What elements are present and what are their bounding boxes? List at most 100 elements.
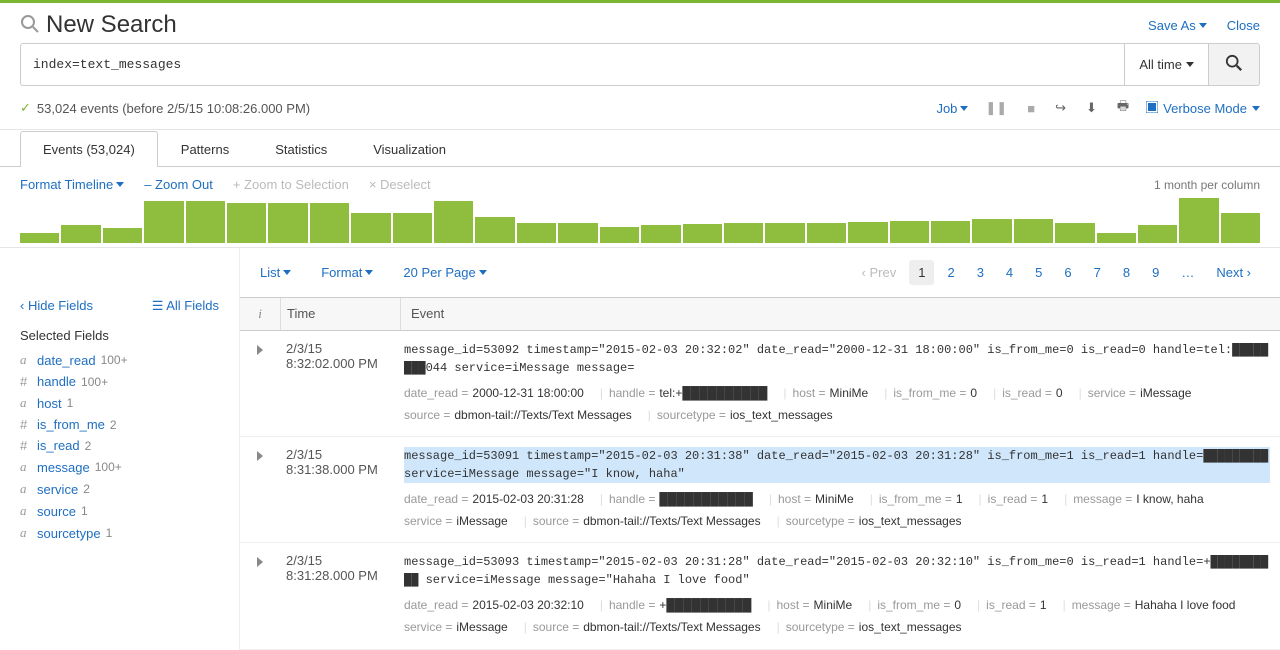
timeline-bar[interactable] <box>144 201 183 243</box>
timeline-bar[interactable] <box>186 201 225 243</box>
pager-next[interactable]: Next › <box>1207 260 1260 285</box>
timeline-bar[interactable] <box>558 223 597 243</box>
pager-page[interactable]: … <box>1172 260 1203 285</box>
field-value[interactable]: iMessage <box>452 617 507 639</box>
field-row[interactable]: #is_from_me2 <box>20 414 219 435</box>
field-name[interactable]: source <box>37 504 76 519</box>
print-icon[interactable]: 🖶 <box>1114 97 1132 119</box>
field-value[interactable]: MiniMe <box>810 595 853 617</box>
timeline-bar[interactable] <box>848 222 887 243</box>
time-column-header[interactable]: Time <box>280 298 400 330</box>
share-icon[interactable]: ↪ <box>1052 100 1069 116</box>
timeline-bar[interactable] <box>641 225 680 243</box>
field-key[interactable]: host = <box>793 383 826 405</box>
time-range-picker[interactable]: All time <box>1125 43 1209 86</box>
field-name[interactable]: handle <box>37 374 76 389</box>
field-value[interactable]: MiniMe <box>826 383 869 405</box>
field-name[interactable]: host <box>37 396 62 411</box>
field-row[interactable]: ahost1 <box>20 392 219 414</box>
timeline-bar[interactable] <box>310 203 349 243</box>
field-value[interactable]: ios_text_messages <box>726 405 833 427</box>
timeline-bar[interactable] <box>393 213 432 243</box>
field-key[interactable]: service = <box>404 617 452 639</box>
field-value[interactable]: ios_text_messages <box>855 511 962 533</box>
timeline-bar[interactable] <box>683 224 722 243</box>
field-key[interactable]: is_from_me = <box>877 595 950 617</box>
field-name[interactable]: is_read <box>37 438 80 453</box>
field-row[interactable]: aservice2 <box>20 478 219 500</box>
timeline-bar[interactable] <box>434 201 473 243</box>
field-row[interactable]: amessage100+ <box>20 456 219 478</box>
timeline-bar[interactable] <box>351 213 390 243</box>
field-row[interactable]: #is_read2 <box>20 435 219 456</box>
field-key[interactable]: sourcetype = <box>786 617 855 639</box>
pause-icon[interactable]: ❚❚ <box>982 100 1010 116</box>
timeline-bar[interactable] <box>103 228 142 243</box>
per-page-menu[interactable]: 20 Per Page <box>403 265 486 280</box>
field-name[interactable]: message <box>37 460 90 475</box>
field-key[interactable]: source = <box>404 405 450 427</box>
timeline-bar[interactable] <box>1014 219 1053 243</box>
field-key[interactable]: is_read = <box>1002 383 1052 405</box>
field-name[interactable]: is_from_me <box>37 417 105 432</box>
field-key[interactable]: sourcetype = <box>657 405 726 427</box>
field-key[interactable]: is_from_me = <box>893 383 966 405</box>
search-mode-menu[interactable]: Verbose Mode <box>1146 101 1260 116</box>
field-key[interactable]: message = <box>1073 489 1132 511</box>
search-button[interactable] <box>1209 43 1260 86</box>
field-value[interactable]: dbmon-tail://Texts/Text Messages <box>450 405 631 427</box>
raw-event-text[interactable]: message_id=53093 timestamp="2015-02-03 2… <box>404 553 1270 589</box>
field-name[interactable]: date_read <box>37 353 96 368</box>
job-menu[interactable]: Job <box>936 101 968 116</box>
timeline-bar[interactable] <box>972 219 1011 243</box>
timeline-chart[interactable] <box>0 198 1280 248</box>
download-icon[interactable]: ⬇ <box>1083 100 1100 116</box>
pager-page[interactable]: 2 <box>938 260 963 285</box>
timeline-bar[interactable] <box>1138 225 1177 243</box>
tab-events[interactable]: Events (53,024) <box>20 131 158 167</box>
all-fields-link[interactable]: ☰ All Fields <box>152 298 219 314</box>
timeline-bar[interactable] <box>1221 213 1260 243</box>
timeline-bar[interactable] <box>61 225 100 243</box>
tab-statistics[interactable]: Statistics <box>252 131 350 167</box>
field-value[interactable]: 2015-02-03 20:31:28 <box>468 489 583 511</box>
pager-page[interactable]: 5 <box>1026 260 1051 285</box>
field-key[interactable]: host = <box>778 489 811 511</box>
pager-page[interactable]: 8 <box>1114 260 1139 285</box>
field-value[interactable]: I know, haha <box>1132 489 1203 511</box>
field-key[interactable]: handle = <box>609 595 655 617</box>
field-value[interactable]: ███████████ <box>655 489 753 511</box>
timeline-bar[interactable] <box>475 217 514 243</box>
timeline-bar[interactable] <box>600 227 639 243</box>
field-key[interactable]: handle = <box>609 383 655 405</box>
expand-toggle[interactable] <box>240 553 280 638</box>
field-key[interactable]: date_read = <box>404 489 468 511</box>
field-key[interactable]: is_read = <box>986 595 1036 617</box>
pager-page[interactable]: 6 <box>1055 260 1080 285</box>
field-key[interactable]: host = <box>777 595 810 617</box>
field-value[interactable]: iMessage <box>452 511 507 533</box>
field-name[interactable]: service <box>37 482 78 497</box>
field-key[interactable]: sourcetype = <box>786 511 855 533</box>
format-menu[interactable]: Format <box>321 265 373 280</box>
timeline-bar[interactable] <box>931 221 970 243</box>
hide-fields-link[interactable]: ‹ Hide Fields <box>20 298 93 314</box>
timeline-bar[interactable] <box>268 203 307 243</box>
timeline-bar[interactable] <box>227 203 266 243</box>
raw-event-text[interactable]: message_id=53091 timestamp="2015-02-03 2… <box>404 447 1270 483</box>
timeline-bar[interactable] <box>890 221 929 243</box>
field-value[interactable]: tel:+██████████ <box>655 383 767 405</box>
stop-icon[interactable]: ■ <box>1024 101 1038 116</box>
field-key[interactable]: source = <box>533 511 579 533</box>
field-value[interactable]: 2015-02-03 20:32:10 <box>468 595 583 617</box>
timeline-bar[interactable] <box>1055 223 1094 243</box>
field-key[interactable]: is_from_me = <box>879 489 952 511</box>
field-value[interactable]: 0 <box>966 383 977 405</box>
field-value[interactable]: ios_text_messages <box>855 617 962 639</box>
close-link[interactable]: Close <box>1227 18 1260 33</box>
expand-toggle[interactable] <box>240 341 280 426</box>
save-as-link[interactable]: Save As <box>1148 18 1207 33</box>
field-value[interactable]: MiniMe <box>811 489 854 511</box>
field-value[interactable]: 1 <box>952 489 963 511</box>
pager-page[interactable]: 1 <box>909 260 934 285</box>
